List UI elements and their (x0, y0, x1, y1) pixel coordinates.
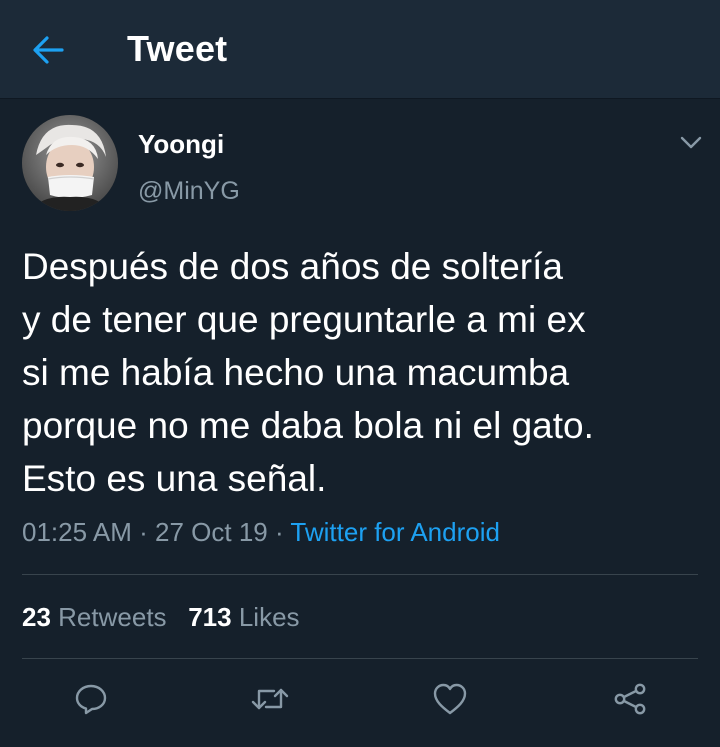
engagement-stats: 23 Retweets 713 Likes (22, 602, 300, 633)
tweet-text: Después de dos años de soltería y de ten… (22, 240, 702, 505)
likes-count: 713 (188, 602, 232, 632)
meta-separator: · (274, 517, 284, 547)
top-app-bar: Tweet (0, 0, 720, 99)
reply-button[interactable] (66, 674, 116, 724)
arrow-left-icon (33, 36, 64, 64)
divider (22, 574, 698, 575)
back-button[interactable] (26, 30, 70, 70)
like-button[interactable] (425, 674, 475, 724)
share-icon (614, 683, 646, 715)
tweet-detail-screen: Tweet Yoongi @MinYG Después de dos años … (0, 0, 720, 747)
author-name[interactable]: Yoongi (138, 129, 224, 160)
tweet-card: Yoongi @MinYG Después de dos años de sol… (0, 99, 720, 747)
likes-label: Likes (238, 602, 300, 632)
tweet-text-line: si me había hecho una macumba (22, 352, 570, 393)
tweet-action-bar (0, 674, 720, 724)
likes-stat[interactable]: 713 Likes (188, 602, 299, 632)
tweet-text-line: Esto es una señal. (22, 458, 327, 499)
tweet-text-line: Después de dos años de soltería (22, 246, 563, 287)
retweets-count: 23 (22, 602, 51, 632)
retweet-button[interactable] (245, 674, 295, 724)
retweets-stat[interactable]: 23 Retweets (22, 602, 167, 632)
page-title: Tweet (127, 28, 228, 69)
share-button[interactable] (605, 674, 655, 724)
tweet-text-line: y de tener que preguntarle a mi ex (22, 299, 586, 340)
tweet-time: 01:25 AM (22, 517, 132, 547)
more-options-button[interactable] (676, 131, 706, 155)
retweet-icon (251, 688, 289, 710)
tweet-text-line: porque no me daba bola ni el gato. (22, 405, 594, 446)
tweet-source-link[interactable]: Twitter for Android (290, 517, 500, 547)
avatar[interactable] (22, 115, 118, 211)
tweet-metadata: 01:25 AM · 27 Oct 19 · Twitter for Andro… (22, 517, 500, 548)
retweets-label: Retweets (58, 602, 167, 632)
reply-icon (75, 684, 107, 715)
chevron-down-icon (680, 136, 702, 149)
avatar-image (22, 115, 118, 211)
tweet-date: 27 Oct 19 (155, 517, 268, 547)
divider (22, 658, 698, 659)
like-icon (433, 683, 467, 715)
author-handle[interactable]: @MinYG (138, 177, 240, 206)
meta-separator: · (139, 517, 148, 547)
